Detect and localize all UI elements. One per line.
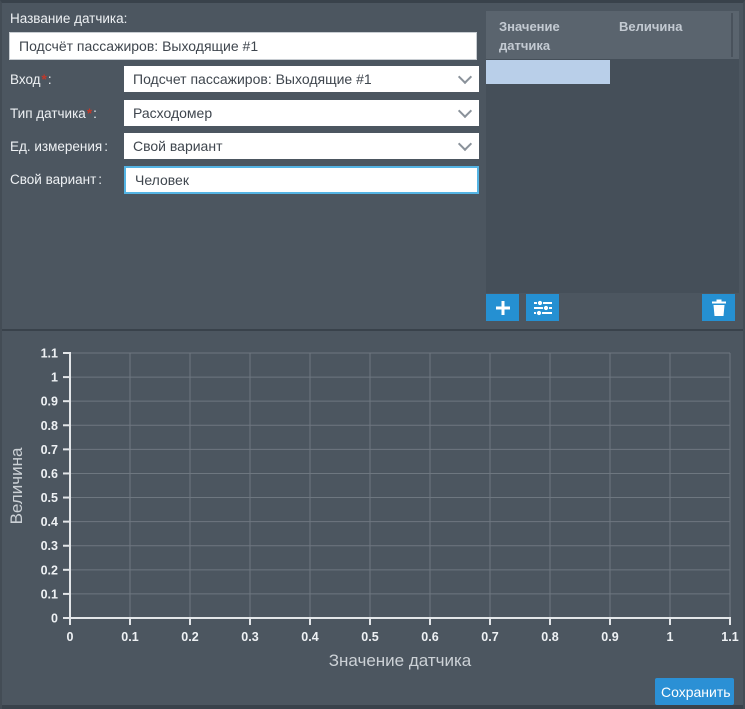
- plus-icon: [495, 300, 511, 316]
- column-header-magnitude: Величина: [606, 11, 719, 59]
- sensor-name-input[interactable]: [9, 32, 477, 60]
- calibration-chart: 0 0.1 0.2 0.3 0.4 0.5 0.6 0.7 0.8 0.9 1 1.1 0 0.1 0.2 0…: [2, 333, 745, 678]
- svg-text:0.7: 0.7: [41, 443, 58, 457]
- unit-select[interactable]: Свой вариант: [124, 133, 479, 159]
- svg-text:0.3: 0.3: [41, 539, 58, 553]
- svg-text:0.1: 0.1: [121, 630, 138, 644]
- svg-text:0: 0: [67, 630, 74, 644]
- svg-text:0.2: 0.2: [41, 563, 58, 577]
- sensor-type-select[interactable]: Расходомер: [124, 100, 479, 126]
- svg-text:0.8: 0.8: [541, 630, 558, 644]
- svg-text:1.1: 1.1: [41, 347, 58, 361]
- svg-text:0: 0: [51, 612, 58, 626]
- column-header-sensor-value: Значение датчика: [486, 11, 606, 59]
- sliders-icon: [533, 299, 553, 317]
- table-scrollbar[interactable]: [731, 13, 733, 57]
- svg-text:0.3: 0.3: [241, 630, 258, 644]
- svg-text:0.1: 0.1: [41, 587, 58, 601]
- trash-icon: [711, 299, 727, 316]
- svg-text:0.4: 0.4: [301, 630, 318, 644]
- svg-text:0.2: 0.2: [181, 630, 198, 644]
- bottom-border: [2, 705, 745, 709]
- svg-text:0.6: 0.6: [421, 630, 438, 644]
- sensor-type-label: Тип датчика*:: [10, 106, 97, 121]
- section-divider: [2, 329, 745, 331]
- svg-text:1: 1: [667, 630, 674, 644]
- sensor-settings-panel: Название датчика: Вход*: Подсчет пассажи…: [0, 0, 745, 709]
- svg-text:Значение датчика: Значение датчика: [329, 651, 472, 670]
- svg-text:0.5: 0.5: [41, 491, 58, 505]
- chevron-down-icon: [458, 70, 472, 84]
- calibration-settings-button[interactable]: [526, 294, 559, 321]
- sensor-name-label: Название датчика:: [10, 11, 127, 26]
- table-row[interactable]: [486, 60, 610, 84]
- unit-value: Свой вариант: [133, 138, 460, 154]
- unit-label: Ед. измерения:: [10, 139, 108, 154]
- svg-text:0.9: 0.9: [41, 395, 58, 409]
- svg-text:0.6: 0.6: [41, 467, 58, 481]
- input-source-select[interactable]: Подсчет пассажиров: Выходящие #1: [124, 66, 479, 92]
- custom-unit-input[interactable]: [124, 166, 479, 194]
- svg-text:Величина: Величина: [7, 447, 26, 524]
- svg-text:0.7: 0.7: [481, 630, 498, 644]
- chart-svg: 0 0.1 0.2 0.3 0.4 0.5 0.6 0.7 0.8 0.9 1 1.1 0 0.1 0.2 0…: [2, 333, 745, 678]
- table-body: [486, 59, 739, 293]
- chevron-down-icon: [458, 137, 472, 151]
- custom-unit-label: Свой вариант:: [10, 172, 102, 187]
- calibration-table: Значение датчика Величина: [486, 11, 739, 293]
- chevron-down-icon: [458, 104, 472, 118]
- svg-text:1: 1: [51, 371, 58, 385]
- svg-text:0.5: 0.5: [361, 630, 378, 644]
- svg-text:1.1: 1.1: [721, 630, 738, 644]
- save-button[interactable]: Сохранить: [655, 678, 734, 705]
- input-source-value: Подсчет пассажиров: Выходящие #1: [133, 71, 460, 87]
- table-header: Значение датчика Величина: [486, 11, 739, 59]
- sensor-type-value: Расходомер: [133, 105, 460, 121]
- delete-row-button[interactable]: [702, 294, 735, 321]
- add-row-button[interactable]: [486, 294, 519, 321]
- input-source-label: Вход*:: [10, 72, 52, 87]
- svg-text:0.4: 0.4: [41, 515, 58, 529]
- svg-text:0.8: 0.8: [41, 419, 58, 433]
- svg-text:0.9: 0.9: [601, 630, 618, 644]
